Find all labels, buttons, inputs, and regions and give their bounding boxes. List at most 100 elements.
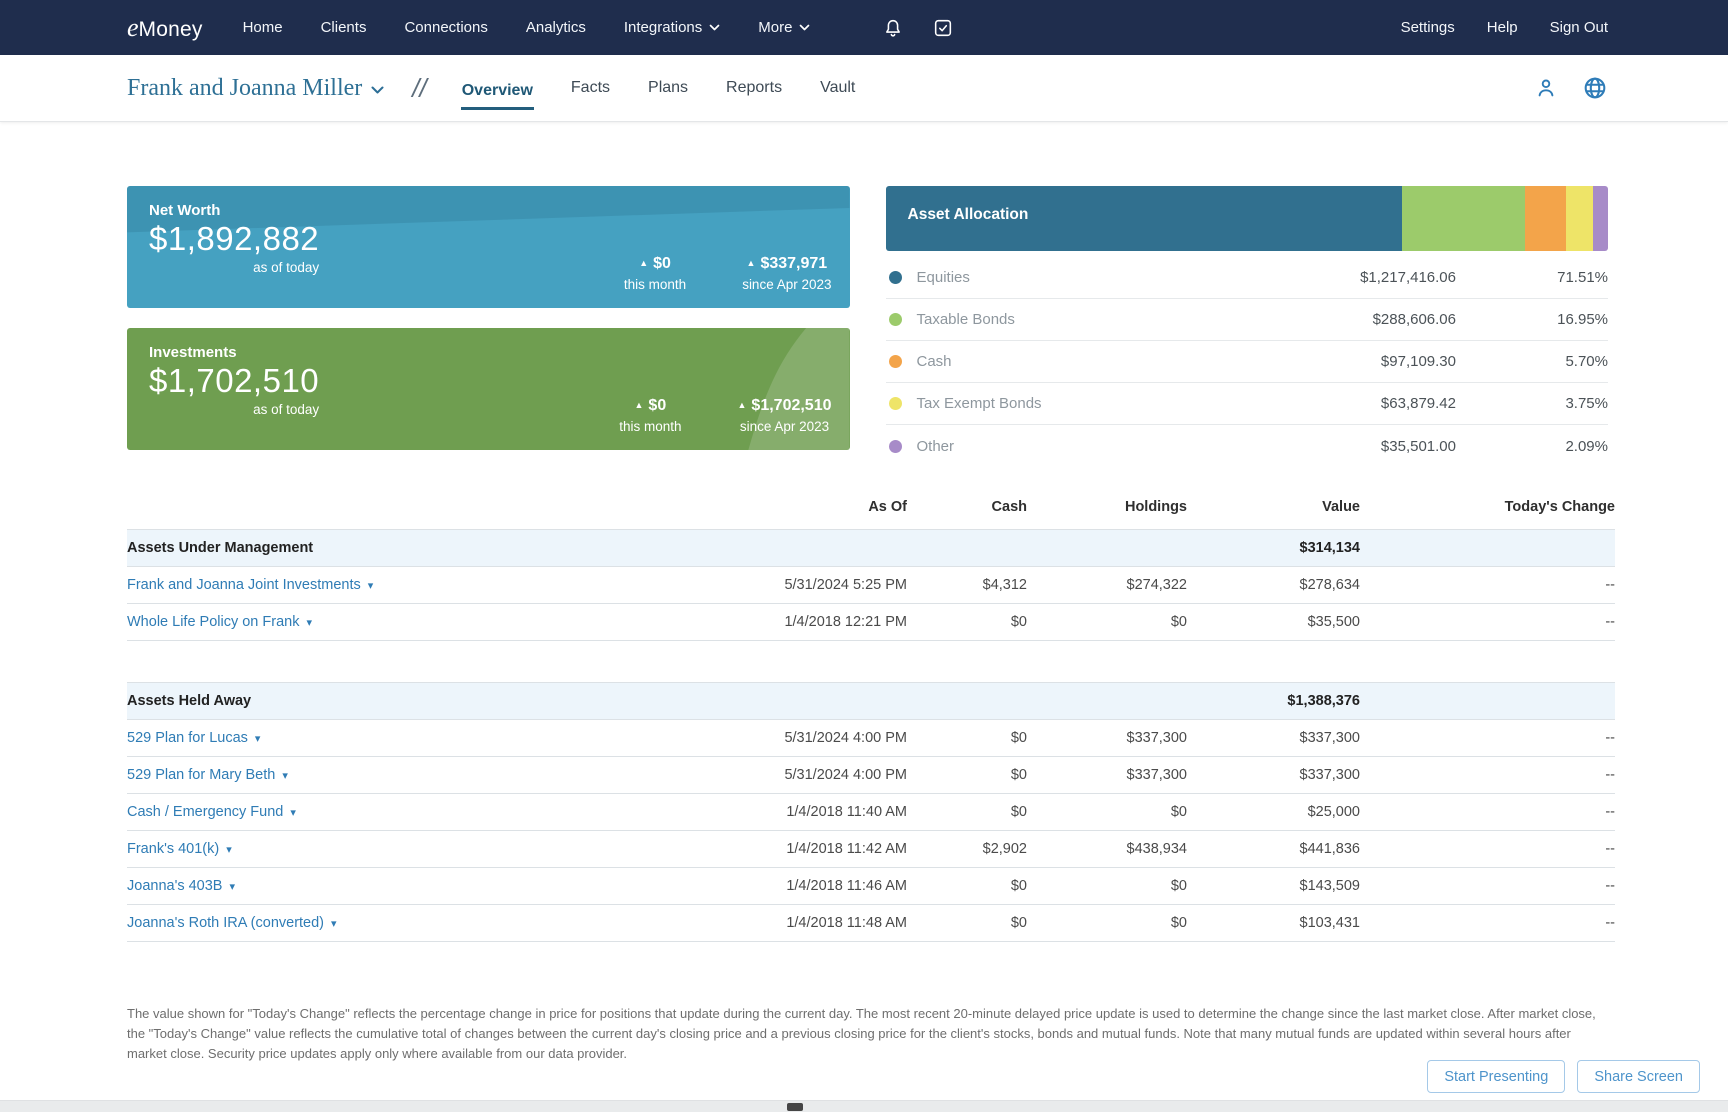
account-link[interactable]: Joanna's Roth IRA (converted) ▾ xyxy=(127,915,337,931)
net-worth-amount: $1,892,882 xyxy=(149,220,320,257)
logo-money: Money xyxy=(138,17,203,41)
globe-language-icon[interactable] xyxy=(1582,75,1608,101)
nav-analytics[interactable]: Analytics xyxy=(526,19,586,36)
col-holdings: Holdings xyxy=(1124,499,1187,515)
value-cell: $278,634 xyxy=(1187,566,1360,604)
up-triangle-icon: ▲ xyxy=(746,258,756,268)
tab-plans[interactable]: Plans xyxy=(647,73,689,103)
section-title: Assets Under Management xyxy=(127,529,727,567)
legend-label: Equities xyxy=(916,269,970,286)
nav-more-menu[interactable]: More xyxy=(758,19,810,36)
nav-help[interactable]: Help xyxy=(1487,19,1518,36)
up-triangle-icon: ▲ xyxy=(634,400,644,410)
horizontal-scrollbar[interactable] xyxy=(0,1100,1728,1112)
net-worth-since-change: ▲ $337,971 since Apr 2023 xyxy=(742,255,831,292)
emoney-logo[interactable]: e Money xyxy=(127,13,203,43)
tab-reports[interactable]: Reports xyxy=(725,73,783,103)
account-link[interactable]: Frank's 401(k) ▾ xyxy=(127,841,232,857)
change-cell: -- xyxy=(1360,793,1615,831)
investments-as-of: as of today xyxy=(253,401,320,417)
legend-value: $35,501.00 xyxy=(1380,437,1456,455)
nav-more-label: More xyxy=(758,19,793,36)
asset-allocation-bar: Asset Allocation xyxy=(885,186,1609,251)
notifications-bell-icon[interactable] xyxy=(882,17,904,39)
legend-label: Other xyxy=(916,437,955,455)
legend-percent: 5.70% xyxy=(1565,353,1608,370)
up-triangle-icon: ▲ xyxy=(737,400,747,410)
holdings-cell: $0 xyxy=(1027,793,1187,831)
primary-nav-links: Home Clients Connections Analytics Integ… xyxy=(243,17,955,39)
nav-connections[interactable]: Connections xyxy=(404,19,487,36)
account-link[interactable]: 529 Plan for Mary Beth ▾ xyxy=(127,767,288,783)
account-link[interactable]: 529 Plan for Lucas ▾ xyxy=(127,730,260,746)
share-screen-button[interactable]: Share Screen xyxy=(1577,1060,1700,1093)
table-row: Cash / Emergency Fund ▾ 1/4/2018 11:40 AM… xyxy=(127,793,1615,831)
caret-down-icon: ▾ xyxy=(331,918,337,930)
client-profile-icon[interactable] xyxy=(1534,76,1558,100)
tasks-check-icon[interactable] xyxy=(932,17,954,39)
account-name: Joanna's 403B xyxy=(127,878,223,894)
nav-icon-group xyxy=(882,17,954,39)
nav-integrations-menu[interactable]: Integrations xyxy=(624,19,720,36)
table-header-row: As Of Cash Holdings Value Today's Change xyxy=(127,495,1615,530)
section-total: $314,134 xyxy=(1187,529,1360,567)
nav-settings[interactable]: Settings xyxy=(1401,19,1455,36)
legend-label: Taxable Bonds xyxy=(916,311,1015,328)
section-total: $1,388,376 xyxy=(1187,682,1360,720)
caret-down-icon: ▾ xyxy=(229,881,236,893)
client-selector[interactable]: Frank and Joanna Miller xyxy=(127,75,384,102)
start-presenting-button[interactable]: Start Presenting xyxy=(1427,1060,1566,1093)
month-change-label: this month xyxy=(623,277,687,292)
presentation-buttons: Start Presenting Share Screen xyxy=(1427,1060,1700,1093)
overview-content: Net Worth $1,892,882 as of today ▲ $0 thi… xyxy=(0,122,1728,1064)
change-cell: -- xyxy=(1360,566,1615,604)
account-name: Joanna's Roth IRA (converted) xyxy=(127,915,325,931)
account-link[interactable]: Cash / Emergency Fund ▾ xyxy=(127,804,296,820)
change-cell: -- xyxy=(1360,756,1615,794)
cash-cell: $0 xyxy=(907,867,1027,905)
nav-home[interactable]: Home xyxy=(243,19,283,36)
nav-sign-out[interactable]: Sign Out xyxy=(1550,19,1608,36)
tab-vault[interactable]: Vault xyxy=(819,73,856,103)
table-row: Frank and Joanna Joint Investments ▾ 5/31… xyxy=(127,566,1615,604)
tab-overview[interactable]: Overview xyxy=(460,76,534,110)
tab-facts[interactable]: Facts xyxy=(570,73,611,103)
investments-amount: $1,702,510 xyxy=(149,362,320,399)
value-cell: $441,836 xyxy=(1187,830,1360,868)
legend-dot xyxy=(888,439,902,453)
cash-cell: $0 xyxy=(907,904,1027,942)
account-name: Cash / Emergency Fund xyxy=(127,804,284,820)
col-value: Value xyxy=(1322,499,1360,515)
chevron-down-icon xyxy=(709,19,720,36)
holdings-cell: $0 xyxy=(1027,867,1187,905)
account-name: 529 Plan for Lucas xyxy=(127,730,248,746)
asset-allocation-panel: Asset Allocation Equities $1,217,416.06 … xyxy=(885,186,1609,467)
scrollbar-thumb[interactable] xyxy=(787,1103,803,1111)
account-link[interactable]: Joanna's 403B ▾ xyxy=(127,878,235,894)
col-as-of: As Of xyxy=(868,499,907,515)
account-name: 529 Plan for Mary Beth xyxy=(127,767,276,783)
holdings-cell: $274,322 xyxy=(1027,566,1187,604)
legend-value: $288,606.06 xyxy=(1372,311,1456,328)
table-row: Whole Life Policy on Frank ▾ 1/4/2018 12:… xyxy=(127,603,1615,641)
account-link[interactable]: Whole Life Policy on Frank ▾ xyxy=(127,614,312,630)
allocation-legend-row: Equities $1,217,416.06 71.51% xyxy=(885,257,1608,299)
change-cell: -- xyxy=(1360,904,1615,942)
nav-integrations-label: Integrations xyxy=(623,19,703,36)
col-cash: Cash xyxy=(991,499,1027,515)
investments-month-change: ▲ $0 this month xyxy=(619,397,681,434)
as-of-cell: 1/4/2018 12:21 PM xyxy=(727,603,907,641)
legend-percent: 71.51% xyxy=(1557,269,1608,286)
legend-percent: 16.95% xyxy=(1557,311,1608,328)
header-icon-group xyxy=(1534,75,1608,101)
change-cell: -- xyxy=(1360,867,1615,905)
as-of-cell: 1/4/2018 11:46 AM xyxy=(727,867,907,905)
month-change-label: this month xyxy=(619,419,682,434)
col-todays-change: Today's Change xyxy=(1504,499,1615,515)
account-link[interactable]: Frank and Joanna Joint Investments ▾ xyxy=(127,577,373,593)
nav-clients[interactable]: Clients xyxy=(321,19,367,36)
as-of-cell: 1/4/2018 11:48 AM xyxy=(727,904,907,942)
accounts-table: As Of Cash Holdings Value Today's Change… xyxy=(127,495,1615,942)
col-name xyxy=(127,495,727,530)
legend-label: Cash xyxy=(916,353,952,370)
